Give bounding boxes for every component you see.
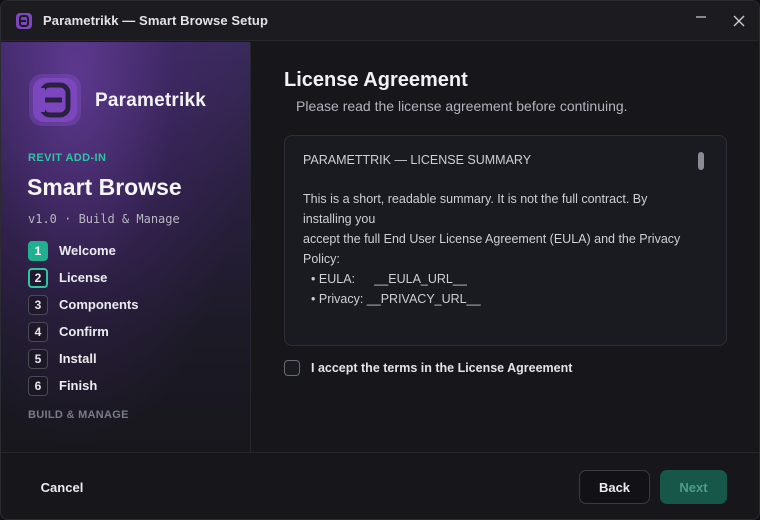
step-label: Confirm (59, 324, 109, 339)
addin-label: REVIT ADD-IN (28, 152, 107, 164)
minimize-icon (696, 16, 706, 18)
minimize-button[interactable] (687, 7, 715, 35)
title-bar[interactable]: Parametrikk — Smart Browse Setup (1, 1, 759, 41)
accept-terms-label[interactable]: I accept the terms in the License Agreem… (311, 361, 572, 375)
step-number: 6 (28, 375, 48, 396)
step-license: 2 License (28, 264, 238, 291)
window-title: Parametrikk — Smart Browse Setup (43, 13, 269, 28)
app-logo-icon (16, 13, 32, 29)
bullet-key: Privacy: (318, 292, 364, 306)
step-install: 5 Install (28, 345, 238, 372)
license-text-area[interactable]: PARAMETTRIK — LICENSE SUMMARY This is a … (284, 135, 727, 346)
installer-window: Parametrikk — Smart Browse Setup Paramet… (0, 0, 760, 520)
back-button[interactable]: Back (579, 470, 650, 504)
close-icon (733, 15, 745, 27)
product-name: Smart Browse (27, 174, 182, 200)
step-number: 1 (28, 240, 48, 261)
page-title: License Agreement (284, 69, 468, 91)
license-bullet-privacy: • Privacy: __PRIVACY_URL__ (303, 289, 698, 309)
accept-terms-checkbox[interactable] (284, 360, 300, 376)
step-number: 2 (28, 267, 48, 288)
license-content: PARAMETTRIK — LICENSE SUMMARY This is a … (303, 150, 698, 309)
license-paragraph-line: Policy: (303, 252, 340, 266)
footer-bar: Cancel Back Next (1, 452, 759, 519)
step-label: Welcome (59, 243, 116, 258)
sidebar-footer-label: BUILD & MANAGE (28, 409, 129, 421)
privacy-link[interactable]: __PRIVACY_URL__ (367, 292, 481, 306)
bullet-dot: • (311, 292, 316, 306)
next-button[interactable]: Next (660, 470, 727, 504)
step-label: Finish (59, 378, 98, 393)
bullet-dot: • (311, 272, 316, 286)
step-confirm: 4 Confirm (28, 318, 238, 345)
step-list: 1 Welcome 2 License 3 Components 4 Confi… (28, 237, 238, 399)
license-paragraph-line: This is a short, readable summary. It is… (303, 192, 648, 206)
step-label: Components (59, 297, 139, 312)
close-button[interactable] (725, 7, 753, 35)
step-label: License (59, 270, 108, 285)
page-subtitle: Please read the license agreement before… (296, 98, 628, 114)
license-bullet-eula: • EULA: __EULA_URL__ (303, 269, 698, 289)
license-heading: PARAMETTRIK — LICENSE SUMMARY (303, 153, 532, 167)
bullet-key: EULA: (318, 272, 356, 286)
license-paragraph-line: accept the full End User License Agreeme… (303, 232, 681, 246)
version-label: v1.0 · Build & Manage (28, 212, 180, 226)
step-number: 5 (28, 348, 48, 369)
brand-name: Parametrikk (95, 90, 206, 111)
step-number: 4 (28, 321, 48, 342)
brand-logo-icon (29, 74, 81, 126)
step-welcome: 1 Welcome (28, 237, 238, 264)
step-label: Install (59, 351, 97, 366)
eula-link[interactable]: __EULA_URL__ (374, 272, 466, 286)
step-number: 3 (28, 294, 48, 315)
license-scrollbar[interactable] (698, 152, 704, 170)
main-panel: License Agreement Please read the licens… (252, 42, 759, 452)
accept-terms-row[interactable]: I accept the terms in the License Agreem… (284, 360, 572, 376)
license-paragraph-line: installing you (303, 212, 376, 226)
cancel-button[interactable]: Cancel (27, 470, 97, 504)
step-finish: 6 Finish (28, 372, 238, 399)
sidebar: Parametrikk REVIT ADD-IN Smart Browse v1… (1, 42, 251, 452)
step-components: 3 Components (28, 291, 238, 318)
